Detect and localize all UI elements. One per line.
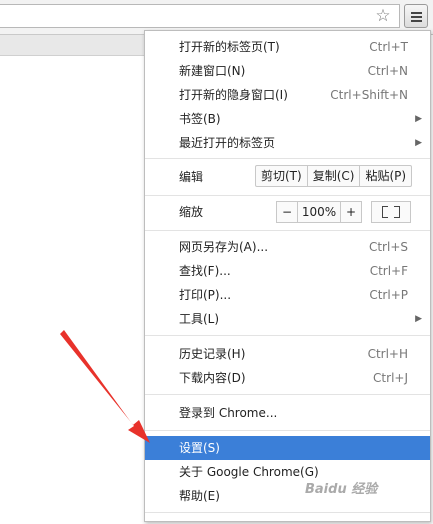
zoom-in-button[interactable]: + bbox=[341, 202, 361, 222]
address-bar[interactable]: ☆ bbox=[0, 4, 400, 28]
menu-item-save-page-as[interactable]: 网页另存为(A)... Ctrl+S bbox=[145, 235, 430, 259]
menu-item-label: 网页另存为(A)... bbox=[179, 240, 269, 254]
zoom-level: 100% bbox=[298, 202, 341, 222]
menu-item-history[interactable]: 历史记录(H) Ctrl+H bbox=[145, 342, 430, 366]
zoom-controls: − 100% + bbox=[276, 201, 362, 223]
menu-separator bbox=[145, 512, 430, 513]
copy-button[interactable]: 复制(C) bbox=[308, 166, 361, 186]
chrome-menu-button[interactable] bbox=[404, 4, 428, 28]
star-icon[interactable]: ☆ bbox=[373, 6, 393, 26]
menu-item-label: 打开新的标签页(T) bbox=[179, 40, 280, 54]
menu-separator bbox=[145, 158, 430, 159]
submenu-arrow-icon: ▶ bbox=[415, 314, 422, 324]
zoom-out-button[interactable]: − bbox=[277, 202, 298, 222]
menu-item-label: 查找(F)... bbox=[179, 264, 231, 278]
fullscreen-button[interactable] bbox=[371, 201, 411, 223]
edit-button-group: 剪切(T) 复制(C) 粘贴(P) bbox=[255, 165, 413, 187]
menu-item-shortcut: Ctrl+F bbox=[369, 264, 408, 278]
menu-item-downloads[interactable]: 下载内容(D) Ctrl+J bbox=[145, 366, 430, 390]
menu-item-shortcut: Ctrl+N bbox=[367, 64, 408, 78]
menu-item-settings[interactable]: 设置(S) bbox=[145, 436, 430, 460]
menu-item-shortcut: Ctrl+H bbox=[367, 347, 408, 361]
menu-item-shortcut: Ctrl+P bbox=[369, 288, 408, 302]
menu-item-shortcut: Ctrl+S bbox=[368, 240, 408, 254]
menu-row-edit: 编辑 剪切(T) 复制(C) 粘贴(P) bbox=[145, 162, 430, 192]
menu-item-new-incognito-window[interactable]: 打开新的隐身窗口(I) Ctrl+Shift+N bbox=[145, 83, 430, 107]
menu-item-sign-in[interactable]: 登录到 Chrome... bbox=[145, 401, 430, 425]
menu-item-new-window[interactable]: 新建窗口(N) Ctrl+N bbox=[145, 59, 430, 83]
menu-item-shortcut: Ctrl+T bbox=[369, 40, 408, 54]
menu-item-label: 工具(L) bbox=[179, 312, 220, 326]
submenu-arrow-icon: ▶ bbox=[415, 114, 422, 124]
menu-item-label: 关于 Google Chrome(G) bbox=[179, 465, 319, 479]
menu-separator bbox=[145, 230, 430, 231]
menu-item-about-chrome[interactable]: 关于 Google Chrome(G) bbox=[145, 460, 430, 484]
menu-item-shortcut: Ctrl+Shift+N bbox=[330, 88, 408, 102]
submenu-arrow-icon: ▶ bbox=[415, 138, 422, 148]
menu-separator bbox=[145, 430, 430, 431]
menu-item-bookmarks[interactable]: 书签(B) ▶ bbox=[145, 107, 430, 131]
menu-item-label: 历史记录(H) bbox=[179, 347, 246, 361]
menu-item-shortcut: Ctrl+J bbox=[373, 371, 408, 385]
menu-item-label: 打印(P)... bbox=[179, 288, 232, 302]
edit-label: 编辑 bbox=[179, 170, 204, 184]
page-content-area bbox=[0, 35, 146, 56]
cut-button[interactable]: 剪切(T) bbox=[256, 166, 308, 186]
menu-item-label: 登录到 Chrome... bbox=[179, 406, 278, 420]
menu-item-new-tab[interactable]: 打开新的标签页(T) Ctrl+T bbox=[145, 35, 430, 59]
zoom-label: 缩放 bbox=[179, 205, 204, 219]
menu-separator bbox=[145, 394, 430, 395]
menu-item-print[interactable]: 打印(P)... Ctrl+P bbox=[145, 283, 430, 307]
menu-item-label: 新建窗口(N) bbox=[179, 64, 246, 78]
menu-item-label: 帮助(E) bbox=[179, 489, 220, 503]
menu-item-label: 设置(S) bbox=[179, 441, 220, 455]
menu-item-label: 打开新的隐身窗口(I) bbox=[179, 88, 288, 102]
menu-separator bbox=[145, 335, 430, 336]
menu-row-zoom: 缩放 − 100% + bbox=[145, 197, 430, 227]
menu-item-label: 下载内容(D) bbox=[179, 371, 246, 385]
menu-item-help[interactable]: 帮助(E) bbox=[145, 484, 430, 508]
menu-item-find[interactable]: 查找(F)... Ctrl+F bbox=[145, 259, 430, 283]
watermark: Baidu 经验 bbox=[305, 482, 378, 497]
menu-item-recent-tabs[interactable]: 最近打开的标签页 ▶ bbox=[145, 131, 430, 155]
menu-item-tools[interactable]: 工具(L) ▶ bbox=[145, 307, 430, 331]
paste-button[interactable]: 粘贴(P) bbox=[360, 166, 411, 186]
hamburger-menu-icon bbox=[411, 12, 422, 22]
menu-item-label: 最近打开的标签页 bbox=[179, 136, 276, 150]
red-arrow-shape bbox=[60, 330, 150, 443]
chrome-menu: 打开新的标签页(T) Ctrl+T 新建窗口(N) Ctrl+N 打开新的隐身窗… bbox=[144, 30, 431, 522]
menu-item-label: 书签(B) bbox=[179, 112, 221, 126]
menu-separator bbox=[145, 195, 430, 196]
